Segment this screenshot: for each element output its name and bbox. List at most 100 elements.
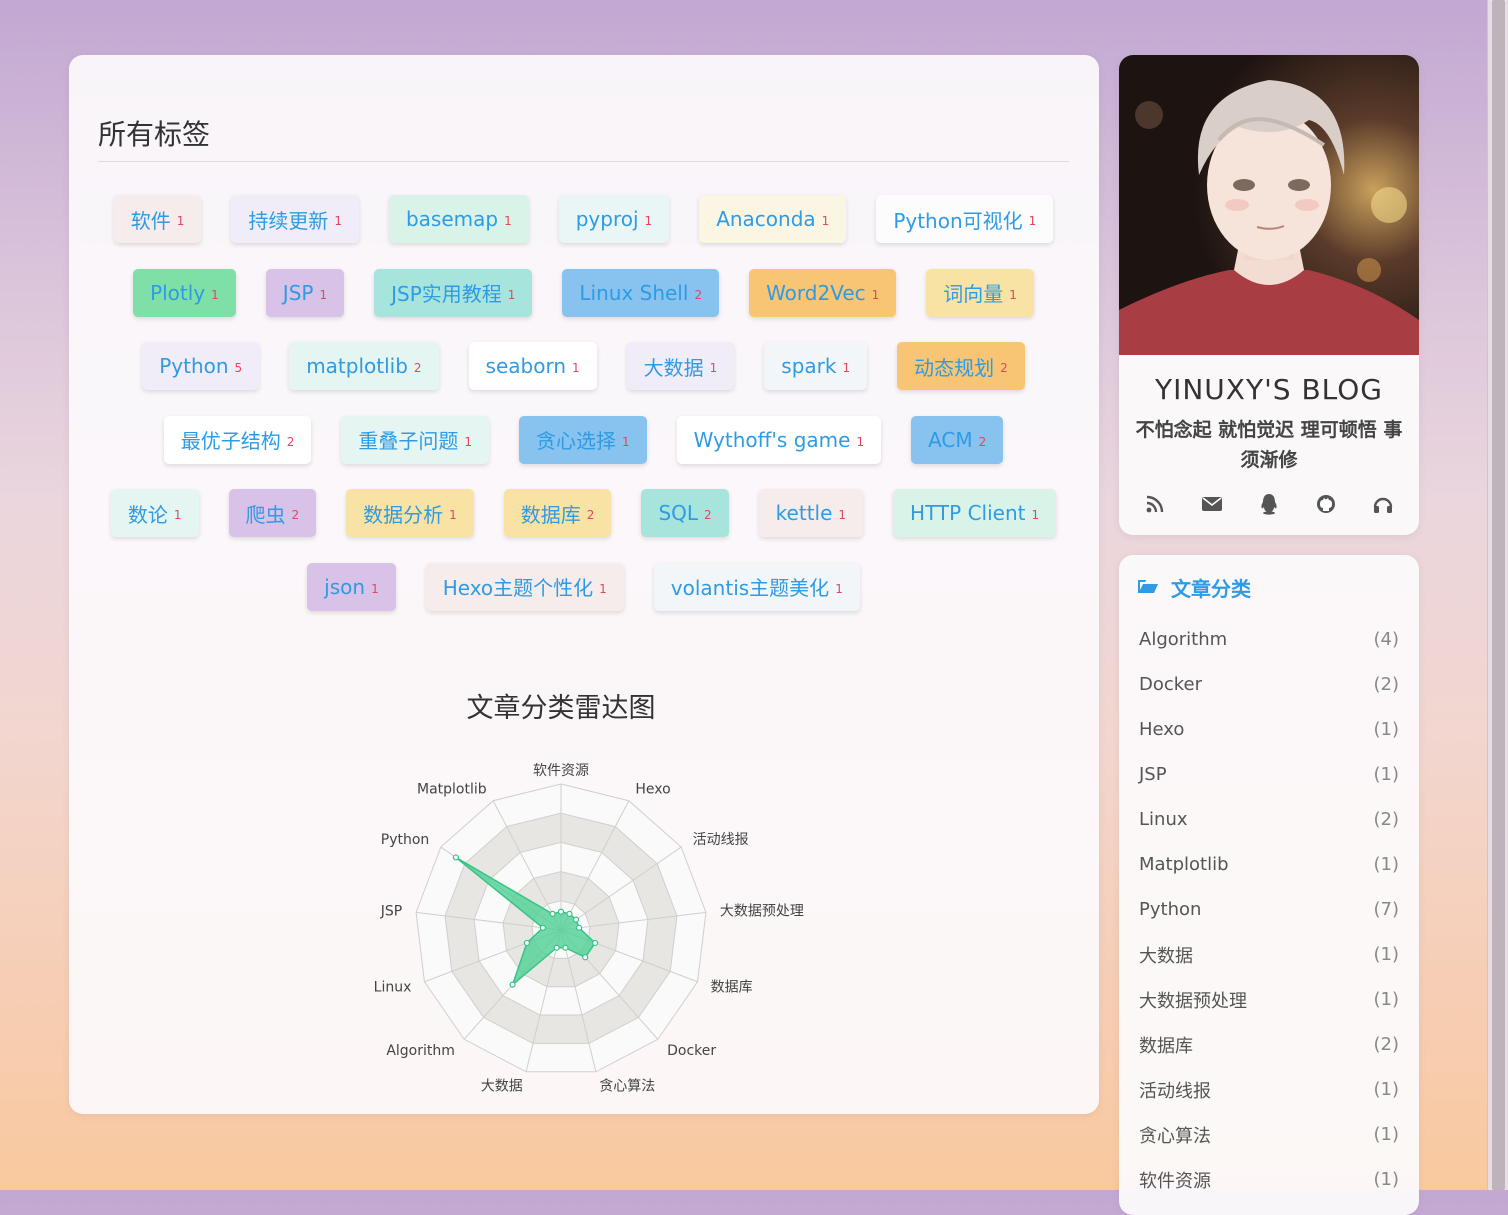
category-name: Linux bbox=[1139, 809, 1188, 830]
tag-link[interactable]: 词向量 1 bbox=[926, 268, 1034, 317]
tag-link[interactable]: Anaconda 1 bbox=[699, 195, 847, 243]
tag-link[interactable]: JSP实用教程 1 bbox=[374, 268, 533, 317]
page-scrollbar[interactable] bbox=[1487, 0, 1508, 1190]
tag-link[interactable]: 数据分析 1 bbox=[346, 489, 474, 538]
category-count: (1) bbox=[1373, 1124, 1400, 1145]
radar-point bbox=[566, 910, 573, 917]
tags-card: 所有标签 软件 1 持续更新 1 basemap 1 pyproj 1 Anaconda 1 Pyt… bbox=[69, 55, 1099, 1114]
category-item[interactable]: Matplotlib (1) bbox=[1119, 842, 1419, 887]
tag-link[interactable]: Python 5 bbox=[142, 342, 260, 391]
category-item[interactable]: Linux (2) bbox=[1119, 797, 1419, 842]
title-divider bbox=[98, 161, 1069, 162]
page-title: 所有标签 bbox=[98, 118, 211, 151]
category-item[interactable]: 贪心算法 (1) bbox=[1119, 1112, 1419, 1157]
headphones-icon[interactable] bbox=[1368, 489, 1398, 519]
tag-link[interactable]: Plotly 1 bbox=[133, 268, 236, 317]
tag-link[interactable]: 重叠子问题 1 bbox=[341, 415, 489, 464]
radar-chart: 文章分类雷达图 软件资源 Hexo 活动线报 大数据预处理 数据库 Docker 贪心算法 大数… bbox=[254, 625, 854, 1095]
radar-indicator-label: Algorithm bbox=[386, 1043, 455, 1059]
tag-link[interactable]: 动态规划 2 bbox=[897, 342, 1025, 391]
tag-link[interactable]: 软件 1 bbox=[113, 195, 202, 243]
category-item[interactable]: 大数据 (1) bbox=[1119, 932, 1419, 977]
category-item[interactable]: Python (7) bbox=[1119, 887, 1419, 932]
tag-link[interactable]: 数据库 2 bbox=[503, 489, 612, 538]
qq-icon[interactable] bbox=[1254, 489, 1284, 519]
tag-count: 1 bbox=[621, 434, 630, 449]
category-item[interactable]: 数据库 (2) bbox=[1119, 1022, 1419, 1067]
rss-icon[interactable] bbox=[1140, 489, 1170, 519]
tag-name: 贪心选择 bbox=[535, 429, 616, 454]
tag-link[interactable]: pyproj 1 bbox=[558, 195, 670, 243]
tag-count: 2 bbox=[291, 508, 300, 523]
radar-point bbox=[592, 939, 599, 947]
tag-link[interactable]: 数论 1 bbox=[110, 489, 199, 538]
category-name: Docker bbox=[1139, 674, 1203, 695]
tag-name: 最优子结构 bbox=[180, 429, 281, 454]
tag-name: Word2Vec bbox=[766, 280, 866, 305]
tag-link[interactable]: Python可视化 1 bbox=[876, 195, 1054, 243]
tag-link[interactable]: 贪心选择 1 bbox=[518, 415, 647, 464]
tag-count: 1 bbox=[173, 508, 182, 523]
radar-point bbox=[576, 924, 583, 931]
category-count: (1) bbox=[1373, 764, 1400, 785]
tag-count: 2 bbox=[586, 508, 595, 523]
tag-link[interactable]: Word2Vec 1 bbox=[749, 268, 897, 317]
categories-header[interactable]: 文章分类 bbox=[1137, 573, 1251, 602]
tag-count: 1 bbox=[211, 287, 219, 302]
github-icon[interactable] bbox=[1311, 489, 1341, 519]
tag-count: 2 bbox=[978, 434, 987, 449]
category-item[interactable]: JSP (1) bbox=[1119, 752, 1419, 797]
tag-link[interactable]: 爬虫 2 bbox=[228, 489, 317, 538]
tag-link[interactable]: matplotlib 2 bbox=[289, 342, 439, 391]
tag-name: seaborn bbox=[485, 354, 567, 379]
tag-count: 1 bbox=[856, 434, 865, 449]
tag-link[interactable]: 最优子结构 2 bbox=[163, 415, 312, 464]
tag-name: 词向量 bbox=[943, 282, 1004, 307]
tag-count: 1 bbox=[599, 581, 607, 596]
category-item[interactable]: Hexo (1) bbox=[1119, 707, 1419, 752]
tag-count: 1 bbox=[709, 361, 718, 376]
radar-point bbox=[553, 944, 560, 951]
tag-row: 数论 1 爬虫 2 数据分析 1 数据库 2 SQL 2 kettle 1 HTTP Client 1 bbox=[98, 489, 1069, 538]
radar-indicator-label: 大数据 bbox=[481, 1078, 523, 1094]
tag-count: 2 bbox=[1000, 361, 1008, 376]
email-icon[interactable] bbox=[1197, 489, 1227, 519]
radar-indicator-label: 数据库 bbox=[711, 980, 753, 996]
category-item[interactable]: Algorithm (4) bbox=[1119, 617, 1419, 662]
category-item[interactable]: 活动线报 (1) bbox=[1119, 1067, 1419, 1112]
tag-link[interactable]: basemap 1 bbox=[388, 195, 529, 243]
category-name: 数据库 bbox=[1139, 1035, 1193, 1057]
tag-link[interactable]: 大数据 1 bbox=[626, 342, 735, 391]
tag-link[interactable]: spark 1 bbox=[764, 342, 868, 391]
tag-link[interactable]: Wythoff's game 1 bbox=[676, 415, 882, 464]
category-count: (1) bbox=[1373, 944, 1400, 965]
category-name: Algorithm bbox=[1139, 629, 1228, 650]
tag-link[interactable]: JSP 1 bbox=[265, 268, 345, 317]
tag-link[interactable]: kettle 1 bbox=[758, 489, 864, 538]
category-count: (2) bbox=[1373, 1034, 1400, 1055]
tag-link[interactable]: SQL 2 bbox=[641, 489, 729, 538]
tag-link[interactable]: seaborn 1 bbox=[468, 342, 597, 391]
tag-link[interactable]: Hexo主题个性化 1 bbox=[425, 562, 624, 611]
tag-name: JSP实用教程 bbox=[391, 282, 502, 307]
tag-count: 1 bbox=[838, 508, 847, 523]
category-item[interactable]: 软件资源 (1) bbox=[1119, 1157, 1419, 1202]
radar-point bbox=[549, 910, 556, 917]
categories-card: 文章分类 Algorithm (4) Docker (2) Hexo (1) JSP (1) L… bbox=[1119, 555, 1419, 1215]
category-name: 大数据 bbox=[1139, 945, 1193, 967]
page-scrollbar-thumb[interactable] bbox=[1492, 0, 1505, 1190]
category-name: JSP bbox=[1139, 764, 1167, 785]
tag-name: HTTP Client bbox=[910, 501, 1026, 526]
tag-link[interactable]: ACM 2 bbox=[911, 415, 1004, 464]
tag-link[interactable]: 持续更新 1 bbox=[231, 195, 359, 243]
tag-link[interactable]: json 1 bbox=[307, 562, 396, 611]
category-item[interactable]: Docker (2) bbox=[1119, 662, 1419, 707]
category-item[interactable]: 大数据预处理 (1) bbox=[1119, 977, 1419, 1022]
tag-link[interactable]: Linux Shell 2 bbox=[562, 268, 720, 317]
tag-count: 1 bbox=[504, 214, 512, 228]
category-count: (1) bbox=[1373, 719, 1400, 740]
tag-link[interactable]: volantis主题美化 1 bbox=[653, 562, 860, 611]
tag-link[interactable]: HTTP Client 1 bbox=[893, 489, 1057, 538]
category-name: 软件资源 bbox=[1139, 1170, 1211, 1192]
tag-cloud: 软件 1 持续更新 1 basemap 1 pyproj 1 Anaconda 1 Python可视… bbox=[98, 195, 1069, 637]
